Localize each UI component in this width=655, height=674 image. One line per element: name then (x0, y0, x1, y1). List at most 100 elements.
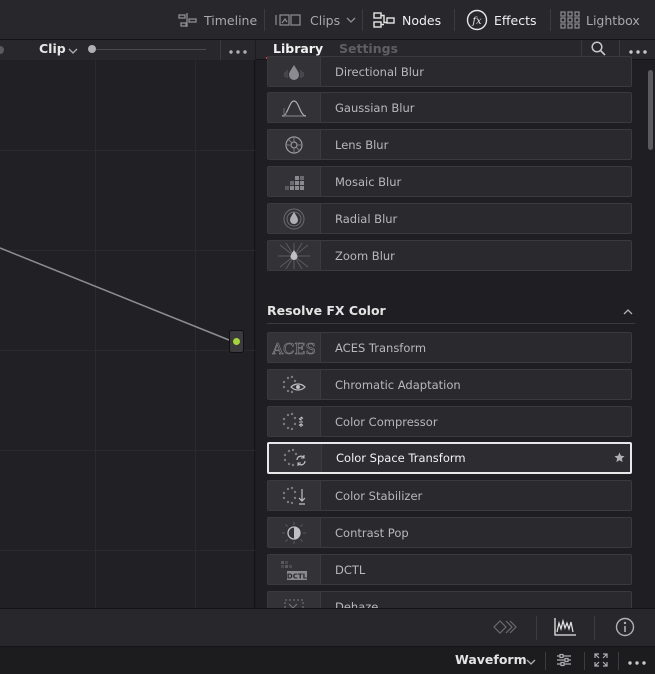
fx-item-label: Radial Blur (335, 211, 398, 226)
toolbar-lightbox-button[interactable]: Lightbox (560, 0, 640, 40)
fx-item-aces-transform[interactable]: ACES ACES Transform (267, 332, 632, 363)
dehaze-icon (268, 592, 321, 608)
toolbar-timeline-button[interactable]: Timeline (176, 0, 257, 40)
fx-item-chromatic-adaptation[interactable]: Chromatic Adaptation (267, 369, 632, 400)
fx-item-color-space-transform[interactable]: Color Space Transform (267, 442, 632, 474)
toolbar-nodes-label: Nodes (402, 12, 442, 28)
aces-icon: ACES (268, 333, 321, 362)
scope-settings-button[interactable] (552, 647, 576, 674)
favorite-star-icon[interactable] (614, 452, 625, 466)
fx-item-label: Chromatic Adaptation (335, 377, 461, 392)
info-icon (615, 617, 635, 640)
toolbar-divider (584, 652, 585, 670)
toolbar-lightbox-label: Lightbox (586, 12, 640, 28)
category-divider (267, 323, 635, 324)
chevron-down-icon (346, 16, 356, 24)
dctl-icon: DCTL (268, 555, 321, 584)
fx-item-color-stabilizer[interactable]: Color Stabilizer (267, 480, 632, 511)
toolbar-clips-label: Clips (310, 12, 341, 28)
fx-item-label: Color Stabilizer (335, 488, 423, 503)
more-options-icon (628, 654, 646, 668)
timeline-icon (176, 12, 198, 28)
toolbar-divider (454, 9, 455, 31)
output-node[interactable] (229, 330, 244, 353)
fx-item-contrast-pop[interactable]: Contrast Pop (267, 517, 632, 548)
toolbar-divider (536, 616, 537, 640)
fx-item-lens-blur[interactable]: Lens Blur (267, 129, 632, 160)
fx-item-zoom-blur[interactable]: Zoom Blur (267, 240, 632, 271)
node-options-button[interactable] (220, 40, 254, 60)
scope-mode-selector[interactable]: Waveform (455, 652, 527, 667)
svg-text:fx: fx (471, 16, 482, 27)
fx-item-label: Dehaze (335, 599, 379, 609)
fx-item-radial-blur[interactable]: Radial Blur (267, 203, 632, 234)
chromatic-adaptation-icon (268, 370, 321, 399)
toolbar-divider (264, 9, 265, 31)
sliders-icon (556, 653, 572, 670)
fx-icon: fx (466, 9, 488, 31)
fx-item-color-compressor[interactable]: Color Compressor (267, 406, 632, 437)
zoom-slider-handle[interactable] (88, 45, 96, 53)
nodes-icon (372, 11, 396, 29)
scopes-icon (553, 617, 577, 640)
dctl-thumb-text: DCTL (287, 572, 308, 580)
fx-item-directional-blur[interactable]: Directional Blur (267, 56, 632, 87)
chevron-up-icon[interactable] (623, 305, 633, 319)
chevron-down-icon[interactable] (68, 44, 78, 58)
color-space-transform-icon (269, 444, 322, 472)
zoom-slider-track[interactable] (96, 49, 206, 50)
top-toolbar: Timeline Clips Nodes fx Effects Lightbox (0, 0, 655, 40)
fx-item-dehaze[interactable]: Dehaze (267, 591, 632, 608)
toolbar-effects-label: Effects (494, 12, 537, 28)
toolbar-divider (618, 652, 619, 670)
clips-icon (274, 12, 304, 28)
collapse-handle[interactable] (0, 46, 4, 54)
fx-item-label: ACES Transform (335, 340, 427, 355)
more-options-icon (228, 43, 247, 57)
viewer-toolbar (0, 608, 655, 646)
toolbar-divider (362, 9, 363, 31)
info-button[interactable] (608, 609, 642, 647)
node-editor-panel: Clip (0, 40, 255, 608)
node-mode-selector[interactable]: Clip (39, 41, 66, 56)
expand-icon (594, 652, 608, 670)
tab-settings[interactable]: Settings (339, 41, 398, 56)
fx-item-label: Color Space Transform (336, 451, 466, 465)
node-connection-line (0, 247, 230, 341)
fx-item-label: Gaussian Blur (335, 100, 415, 115)
keyframes-icon (492, 619, 520, 638)
library-scrollbar[interactable] (648, 70, 653, 150)
radial-blur-icon (268, 204, 321, 233)
tab-library[interactable]: Library (273, 41, 323, 56)
scopes-header: Waveform (0, 646, 655, 674)
fx-item-label: Lens Blur (335, 137, 389, 152)
toolbar-nodes-button[interactable]: Nodes (372, 0, 441, 40)
toolbar-divider (545, 652, 546, 670)
toolbar-divider (550, 9, 551, 31)
lens-blur-icon (268, 130, 321, 159)
fx-item-gaussian-blur[interactable]: Gaussian Blur (267, 92, 632, 123)
scopes-button[interactable] (548, 609, 582, 647)
output-node-connector[interactable] (233, 338, 240, 345)
node-graph-canvas[interactable] (0, 60, 255, 608)
keyframes-button[interactable] (486, 609, 526, 647)
toolbar-clips-button[interactable]: Clips (274, 0, 356, 40)
toolbar-timeline-label: Timeline (204, 12, 258, 28)
toolbar-effects-button[interactable]: fx Effects (466, 0, 537, 40)
category-title[interactable]: Resolve FX Color (267, 303, 386, 318)
mosaic-blur-icon (268, 167, 321, 196)
node-editor-header: Clip (0, 40, 255, 60)
chevron-down-icon[interactable] (526, 655, 536, 669)
scope-options-button[interactable] (624, 647, 650, 674)
fx-item-dctl[interactable]: DCTL DCTL (267, 554, 632, 585)
color-compressor-icon (268, 407, 321, 436)
fx-item-label: Directional Blur (335, 64, 424, 79)
color-stabilizer-icon (268, 481, 321, 510)
fx-item-mosaic-blur[interactable]: Mosaic Blur (267, 166, 632, 197)
fx-item-label: Contrast Pop (335, 525, 409, 540)
zoom-blur-icon (268, 241, 321, 270)
fx-item-label: Mosaic Blur (335, 174, 402, 189)
more-options-icon (628, 43, 647, 57)
expand-scope-button[interactable] (590, 647, 612, 674)
fx-item-label: Color Compressor (335, 414, 438, 429)
